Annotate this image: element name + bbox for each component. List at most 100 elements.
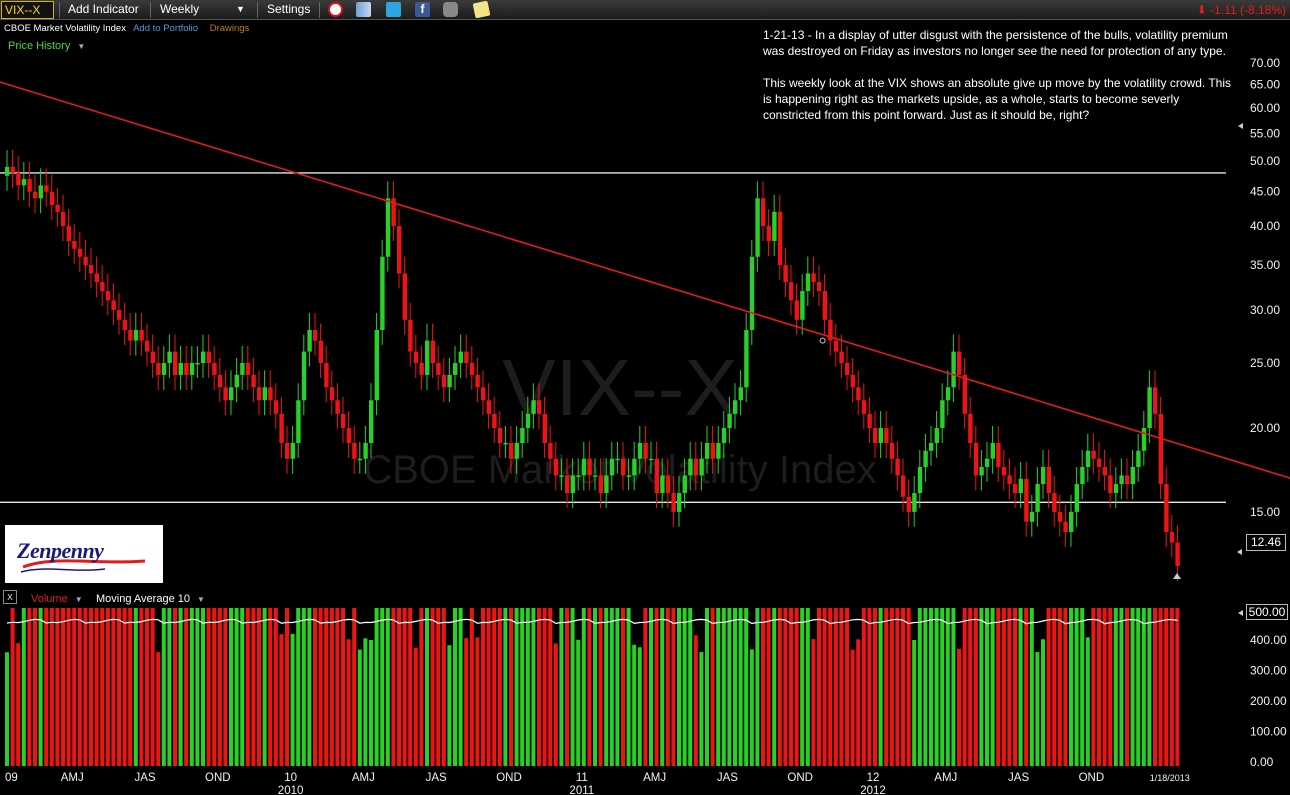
volume-bar	[693, 635, 698, 766]
volume-bar	[1169, 608, 1174, 766]
candle-body	[464, 351, 469, 364]
volume-bar	[621, 608, 625, 766]
volume-bar	[688, 608, 693, 766]
close-panel-button[interactable]: x	[3, 590, 17, 604]
twitter-icon[interactable]	[386, 2, 401, 17]
volume-bar	[38, 608, 43, 766]
time-tick-label: 11	[576, 772, 588, 784]
volume-bar	[990, 608, 995, 766]
volume-bar	[1080, 608, 1085, 766]
volume-chart[interactable]: 400.00 300.00 200.00 100.00 0.00 09 AMJ JAS OND…	[0, 604, 1290, 795]
volume-bar	[363, 638, 368, 766]
candle-body	[581, 458, 587, 476]
note-icon[interactable]	[472, 0, 491, 19]
volume-bar	[1113, 608, 1118, 766]
volume-bar	[654, 608, 659, 766]
candle-body	[273, 400, 279, 414]
candle-body	[1141, 428, 1147, 451]
volume-bar	[469, 608, 474, 766]
candle-body	[1024, 478, 1029, 522]
candle-body	[346, 428, 351, 443]
facebook-icon[interactable]: f	[415, 2, 430, 17]
volume-bar	[912, 640, 917, 766]
price-history-dropdown[interactable]: Price History ▼	[8, 40, 85, 52]
candle-body	[268, 387, 273, 401]
volume-bar	[957, 648, 961, 766]
time-tick-label: OND	[496, 772, 522, 784]
candle-body	[27, 179, 32, 192]
commentary-paragraph: This weekly look at the VIX shows an abs…	[763, 76, 1232, 122]
volume-bar	[313, 608, 317, 766]
candle-body	[542, 413, 547, 443]
add-indicator-button[interactable]: Add Indicator	[68, 0, 139, 20]
candle-body	[1108, 475, 1113, 494]
settings-button[interactable]: Settings	[267, 0, 310, 20]
candle-body	[436, 363, 441, 375]
candle-body	[402, 273, 407, 320]
chevron-down-icon[interactable]: ▼	[236, 0, 245, 20]
candle-body	[240, 363, 245, 375]
volume-bar	[441, 608, 446, 766]
volume-bar	[940, 608, 945, 766]
watermark-symbol: VIX--X	[502, 343, 738, 432]
candle-body	[598, 475, 603, 494]
candle-body	[307, 329, 312, 352]
candle-body	[55, 204, 60, 212]
volume-bar	[436, 608, 441, 766]
candle-body	[318, 340, 323, 364]
volume-bar	[385, 608, 390, 766]
volume-bar	[716, 608, 721, 766]
candle-body	[1169, 531, 1175, 543]
volume-bar	[660, 608, 665, 766]
volume-bar	[16, 643, 21, 766]
candle-body	[324, 363, 329, 388]
candle-body	[934, 428, 939, 443]
price-history-label: Price History	[8, 40, 71, 52]
volume-bar	[772, 608, 777, 766]
candle-body	[33, 191, 38, 199]
candle-body	[861, 400, 867, 414]
candle-body	[1102, 466, 1107, 476]
volume-bar	[1091, 608, 1096, 766]
candle-body	[509, 442, 514, 459]
candle-body	[1136, 450, 1141, 467]
period-select[interactable]: Weekly	[160, 0, 199, 20]
candle-body	[833, 340, 839, 352]
alarm-clock-icon[interactable]	[328, 2, 343, 17]
volume-bar	[934, 608, 939, 766]
volume-bar	[430, 608, 435, 766]
candle-body	[1063, 521, 1068, 532]
volume-bar	[766, 608, 771, 766]
volume-bar	[873, 608, 877, 766]
volume-bar	[1164, 608, 1169, 766]
volume-bar	[677, 608, 681, 766]
candle-body	[217, 374, 223, 388]
volume-bar	[492, 608, 497, 766]
volume-bar	[861, 608, 866, 766]
volume-bar	[699, 652, 704, 766]
candle-body	[189, 363, 195, 375]
volume-tick-label: 0.00	[1250, 755, 1274, 769]
volume-bar	[822, 608, 827, 766]
symbol-input[interactable]: VIX--X	[1, 1, 54, 19]
candle-body	[301, 351, 307, 401]
candle-body	[766, 226, 771, 242]
newspaper-icon[interactable]	[356, 2, 371, 17]
candle-body	[559, 475, 564, 477]
volume-bar	[1046, 608, 1051, 766]
volume-bar	[1136, 608, 1141, 766]
volume-bar	[335, 608, 340, 766]
volume-bar	[341, 608, 345, 766]
volume-bar	[525, 608, 530, 766]
candle-body	[397, 226, 402, 274]
volume-bar	[845, 608, 849, 766]
candle-body	[996, 442, 1001, 467]
volume-bar	[1052, 608, 1057, 766]
toolbar: VIX--X Add Indicator Weekly ▼ Settings f…	[0, 0, 1290, 20]
camera-icon[interactable]	[443, 2, 458, 17]
candle-body	[385, 198, 391, 257]
volume-bar	[951, 608, 956, 766]
volume-tick-label: 400.00	[1250, 633, 1287, 647]
volume-bar	[548, 608, 553, 766]
candle-body	[475, 374, 480, 388]
